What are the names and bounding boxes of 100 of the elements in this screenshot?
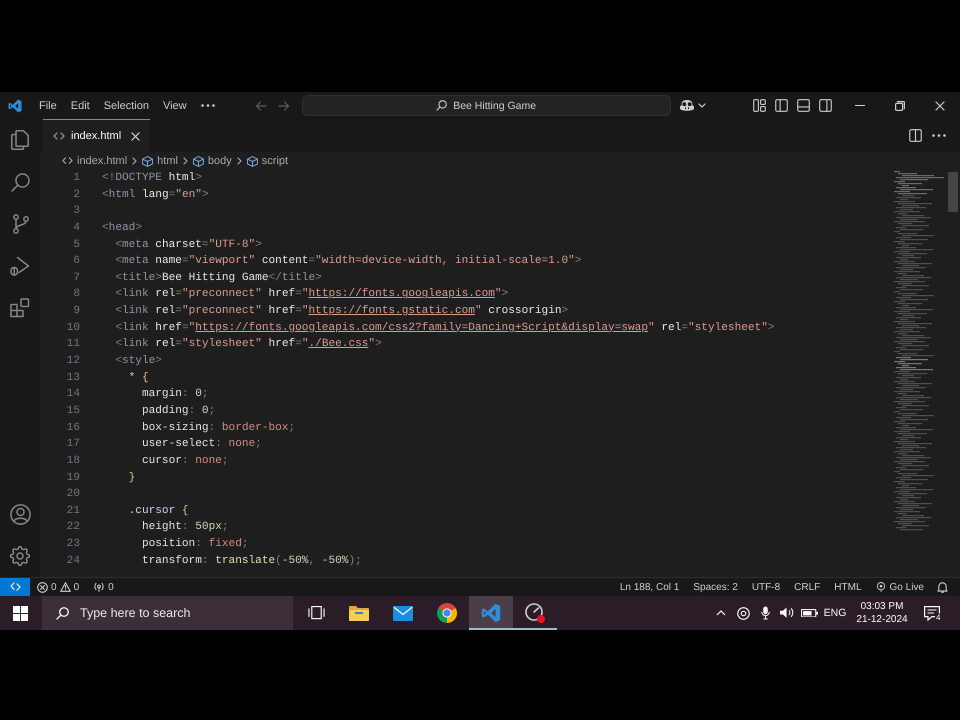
line-number: 13 xyxy=(66,370,80,386)
breadcrumb-item[interactable]: script xyxy=(246,155,288,167)
restore-icon[interactable] xyxy=(895,100,905,110)
line-number: 1 xyxy=(73,171,80,186)
error-count[interactable]: 0 xyxy=(51,582,57,592)
microphone-icon[interactable] xyxy=(760,606,770,620)
source-control-icon[interactable] xyxy=(12,214,28,234)
remote-button[interactable] xyxy=(0,578,30,596)
settings-icon[interactable] xyxy=(10,546,30,566)
folder-icon xyxy=(349,605,369,621)
files-icon[interactable] xyxy=(11,130,29,150)
code-line: padding: 0; xyxy=(142,404,216,419)
sidebar-left-icon[interactable] xyxy=(774,99,788,112)
error-icon[interactable] xyxy=(37,582,48,592)
cursor-position[interactable]: Ln 188, Col 1 xyxy=(612,582,686,592)
search-field[interactable]: Type here to search xyxy=(42,596,293,630)
code-line: <head> xyxy=(102,220,142,236)
warning-icon[interactable] xyxy=(60,582,71,592)
robot-icon[interactable] xyxy=(678,99,695,112)
breadcrumb-item[interactable]: index.html xyxy=(62,155,128,167)
code-line: <link rel="preconnect" href="https://fonts.gstatic.com" crossorigin> xyxy=(115,304,568,320)
extensions-icon[interactable] xyxy=(10,298,30,318)
line-number: 24 xyxy=(66,554,80,569)
scrollbar-thumb[interactable] xyxy=(948,172,958,212)
line-number: 20 xyxy=(66,487,80,502)
notification-icon[interactable] xyxy=(924,606,940,620)
ports-icon[interactable] xyxy=(93,582,106,592)
language-mode[interactable]: HTML xyxy=(827,582,869,592)
search-icon xyxy=(436,100,448,111)
warning-count[interactable]: 0 xyxy=(74,582,80,592)
clock-time[interactable]: 03:03 PM xyxy=(860,600,904,613)
code-line: } xyxy=(128,470,136,486)
chevron-up-icon[interactable] xyxy=(716,610,726,616)
code-line: .cursor { xyxy=(128,504,189,519)
line-number: 2 xyxy=(73,188,80,203)
line-number: 19 xyxy=(66,470,80,486)
run-debug-icon[interactable] xyxy=(10,256,30,276)
line-number: 10 xyxy=(66,320,80,336)
line-number: 7 xyxy=(73,270,80,286)
layout-icon[interactable] xyxy=(752,99,766,112)
clock-date[interactable]: 21-12-2024 xyxy=(856,613,908,626)
editor-tab[interactable]: index.html xyxy=(43,119,150,152)
more-icon[interactable] xyxy=(932,134,946,137)
line-number: 11 xyxy=(66,337,80,352)
encoding-setting[interactable]: UTF-8 xyxy=(744,582,788,592)
stacked-windows-icon[interactable] xyxy=(308,606,324,620)
code-line: <style> xyxy=(115,354,162,370)
minimize-icon[interactable] xyxy=(855,104,865,106)
command-center[interactable]: Bee Hitting Game xyxy=(302,95,671,116)
split-editor-icon[interactable] xyxy=(909,129,922,142)
line-number: 18 xyxy=(66,454,80,469)
code-file-icon xyxy=(53,132,65,140)
breadcrumb-item[interactable]: html xyxy=(142,155,178,167)
line-number: 3 xyxy=(73,204,80,220)
caret-down-icon[interactable] xyxy=(698,103,706,108)
input-language[interactable]: ENG xyxy=(824,607,846,619)
envelope-icon xyxy=(393,606,413,620)
app-logo-icon xyxy=(481,603,501,623)
line-number: 14 xyxy=(66,387,80,402)
code-line: cursor: none; xyxy=(142,454,229,469)
line-number: 21 xyxy=(66,504,80,519)
code-line: position: fixed; xyxy=(142,537,249,552)
more-icon[interactable] xyxy=(200,104,215,107)
close-icon[interactable] xyxy=(935,100,945,110)
cube-icon xyxy=(246,156,258,166)
ring-icon[interactable] xyxy=(736,606,750,620)
code-line: user-select: none; xyxy=(142,437,262,452)
line-number: 22 xyxy=(66,520,80,536)
sidebar-right-icon[interactable] xyxy=(818,99,832,112)
menu-item[interactable]: File xyxy=(32,96,64,114)
menu-item[interactable]: Selection xyxy=(96,96,156,114)
panel-bottom-icon[interactable] xyxy=(796,99,810,112)
menu-item[interactable]: View xyxy=(156,96,194,114)
indentation-setting[interactable]: Spaces: 2 xyxy=(686,582,745,592)
go-live-button[interactable]: Go Live xyxy=(868,582,931,592)
battery-icon[interactable] xyxy=(800,608,818,618)
chevron-right-icon xyxy=(132,157,138,165)
app-logo-icon xyxy=(8,98,22,112)
breadcrumb-item[interactable]: body xyxy=(192,155,232,167)
code-line: margin: 0; xyxy=(142,387,209,402)
ports-count[interactable]: 0 xyxy=(108,582,114,592)
account-icon[interactable] xyxy=(10,504,30,524)
code-line: <!DOCTYPE html> xyxy=(102,171,202,186)
code-line: box-sizing: border-box; xyxy=(142,420,296,436)
taskbar-app-button[interactable] xyxy=(469,596,513,630)
bell-icon[interactable] xyxy=(937,581,948,593)
grid-logo-icon[interactable] xyxy=(12,606,28,620)
line-number: 5 xyxy=(73,238,80,253)
line-number: 4 xyxy=(73,220,80,236)
cube-icon xyxy=(192,156,204,166)
search-icon xyxy=(56,606,69,620)
chevron-right-icon xyxy=(182,157,188,165)
code-line: <link rel="preconnect" href="https://fonts.googleapis.com"> xyxy=(115,287,508,302)
remote-icon xyxy=(10,582,20,592)
search-icon[interactable] xyxy=(10,172,30,192)
speaker-icon[interactable] xyxy=(780,607,794,619)
line-ending-setting[interactable]: CRLF xyxy=(787,582,828,592)
close-icon[interactable] xyxy=(131,132,140,140)
menu-item[interactable]: Edit xyxy=(64,96,97,114)
line-number: 16 xyxy=(66,420,80,436)
